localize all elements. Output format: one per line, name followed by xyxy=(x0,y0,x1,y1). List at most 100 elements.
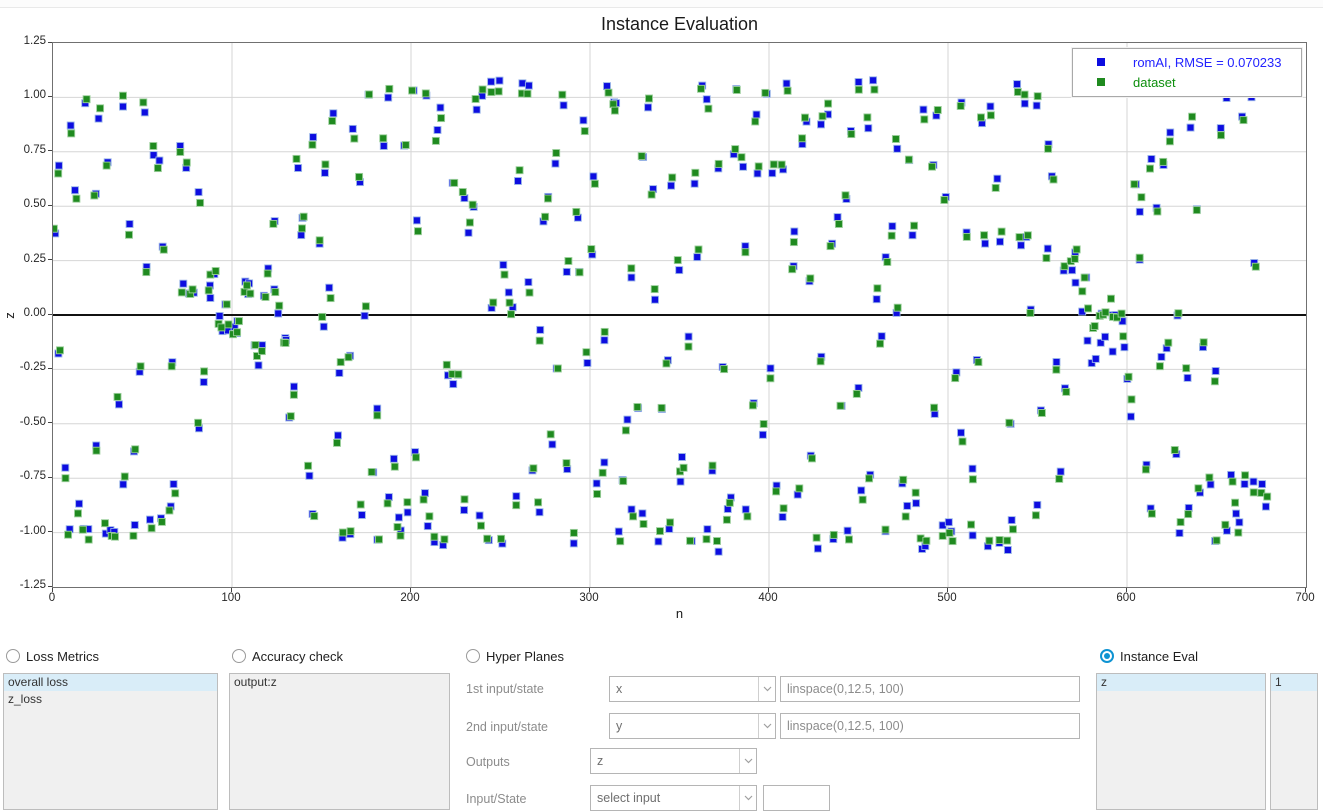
dataset-point xyxy=(905,156,912,163)
dataset-point xyxy=(594,491,601,498)
dataset-point xyxy=(132,446,139,453)
romai-point xyxy=(450,381,457,388)
dataset-point xyxy=(1010,526,1017,533)
dataset-point xyxy=(212,268,219,275)
dataset-point xyxy=(218,324,225,331)
dataset-point xyxy=(79,526,86,533)
dataset-point xyxy=(140,99,147,106)
dataset-point xyxy=(738,154,745,161)
romai-point xyxy=(515,178,522,185)
list-item-instance-1[interactable]: 1 xyxy=(1271,674,1317,691)
hyper-planes-label[interactable]: Hyper Planes xyxy=(486,649,564,664)
first-input-dropdown[interactable]: x xyxy=(609,676,776,702)
xtick-label: 200 xyxy=(388,592,432,604)
romai-evaluation-window: Instance Evaluation romAI, RMSE = 0.0702… xyxy=(0,0,1323,811)
dataset-point xyxy=(866,475,873,482)
dataset-point xyxy=(770,161,777,168)
outputs-value: z xyxy=(591,749,739,773)
accuracy-check-listbox: output:z xyxy=(229,673,450,810)
dataset-point xyxy=(968,521,975,528)
romai-point xyxy=(560,102,567,109)
dataset-point xyxy=(796,485,803,492)
input-state-dropdown[interactable]: select input xyxy=(590,785,757,811)
dataset-point xyxy=(319,313,326,320)
loss-metrics-radio[interactable]: Loss Metrics xyxy=(6,648,99,664)
romai-point xyxy=(95,115,102,122)
dataset-point xyxy=(197,199,204,206)
accuracy-check-radio[interactable]: Accuracy check xyxy=(232,648,343,664)
radio-icon[interactable] xyxy=(1100,649,1114,663)
dataset-point xyxy=(337,359,344,366)
dataset-point xyxy=(362,303,369,310)
dataset-point xyxy=(1108,295,1115,302)
instance-eval-label[interactable]: Instance Eval xyxy=(1120,649,1198,664)
dataset-point xyxy=(949,538,956,545)
second-input-dropdown[interactable]: y xyxy=(609,713,776,739)
romai-point xyxy=(1158,353,1165,360)
dataset-point xyxy=(479,86,486,93)
dataset-point xyxy=(789,266,796,273)
second-input-range-field[interactable] xyxy=(780,713,1080,739)
list-item-z-loss[interactable]: z_loss xyxy=(4,691,217,708)
romai-point xyxy=(76,500,83,507)
dataset-point xyxy=(969,476,976,483)
chart-figure: Instance Evaluation romAI, RMSE = 0.0702… xyxy=(0,8,1323,638)
dataset-point xyxy=(698,85,705,92)
dataset-point xyxy=(1235,529,1242,536)
loss-metrics-label[interactable]: Loss Metrics xyxy=(26,649,99,664)
dataset-point xyxy=(715,160,722,167)
list-item-output-z[interactable]: output:z xyxy=(230,674,449,691)
list-item-overall-loss[interactable]: overall loss xyxy=(4,674,217,691)
tick-mark xyxy=(48,150,52,151)
dataset-point xyxy=(651,286,658,293)
romai-marker-swatch xyxy=(1097,58,1105,66)
dataset-point xyxy=(1154,208,1161,215)
chevron-down-icon xyxy=(739,749,756,773)
dataset-point xyxy=(262,294,269,301)
dataset-point xyxy=(931,404,938,411)
dataset-point xyxy=(790,239,797,246)
romai-point xyxy=(740,163,747,170)
dataset-point xyxy=(472,96,479,103)
romai-point xyxy=(519,80,526,87)
romai-point xyxy=(1033,102,1040,109)
plot-area[interactable]: romAI, RMSE = 0.070233 dataset xyxy=(52,42,1307,588)
radio-icon[interactable] xyxy=(466,649,480,663)
romai-point xyxy=(1212,368,1219,375)
dataset-point xyxy=(547,431,554,438)
dataset-point xyxy=(583,349,590,356)
dataset-point xyxy=(57,347,64,354)
first-input-range-field[interactable] xyxy=(780,676,1080,702)
romai-point xyxy=(1236,519,1243,526)
romai-point xyxy=(593,480,600,487)
radio-icon[interactable] xyxy=(6,649,20,663)
dataset-point xyxy=(703,536,710,543)
dataset-point xyxy=(1160,158,1167,165)
instance-eval-radio[interactable]: Instance Eval xyxy=(1100,648,1198,664)
dataset-point xyxy=(894,304,901,311)
hyper-planes-radio[interactable]: Hyper Planes xyxy=(466,648,564,664)
radio-icon[interactable] xyxy=(232,649,246,663)
accuracy-check-label[interactable]: Accuracy check xyxy=(252,649,343,664)
dataset-point xyxy=(674,257,681,264)
romai-point xyxy=(1127,413,1134,420)
list-item-output-z[interactable]: z xyxy=(1097,674,1265,691)
romai-point xyxy=(141,109,148,116)
romai-point xyxy=(987,103,994,110)
dataset-point xyxy=(1240,117,1247,124)
dataset-point xyxy=(103,162,110,169)
dataset-point xyxy=(663,360,670,367)
dataset-point xyxy=(160,246,167,253)
ytick-label: -0.75 xyxy=(2,470,46,482)
input-state-value-field[interactable] xyxy=(763,785,830,811)
dataset-point xyxy=(1004,537,1011,544)
dataset-point xyxy=(646,95,653,102)
romai-point xyxy=(601,459,608,466)
outputs-dropdown[interactable]: z xyxy=(590,748,757,774)
first-input-state-label: 1st input/state xyxy=(466,682,544,696)
dataset-point xyxy=(1264,493,1271,500)
dataset-point xyxy=(300,213,307,220)
dataset-point xyxy=(859,496,866,503)
xtick-label: 400 xyxy=(746,592,790,604)
dataset-point xyxy=(1034,93,1041,100)
